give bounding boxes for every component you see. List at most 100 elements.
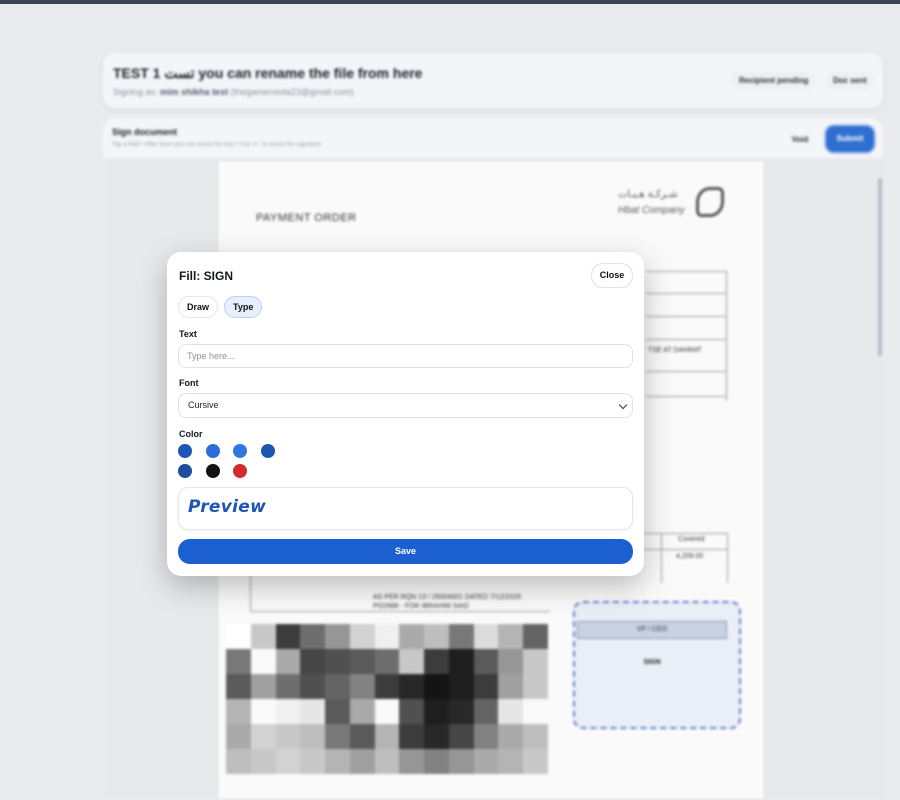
redaction-pixel	[498, 649, 524, 674]
close-button[interactable]: Close	[591, 263, 633, 288]
redaction-pixel	[448, 649, 474, 674]
company-name-arabic: شـركـة هـبـات	[618, 189, 678, 200]
table-line	[646, 396, 726, 397]
signing-as-prefix: Signing as:	[113, 87, 158, 97]
color-swatch-5[interactable]	[178, 464, 192, 478]
doc-status-badge: Doc sent	[825, 71, 875, 91]
redaction-pixel	[424, 699, 449, 724]
redaction-pixel	[374, 699, 400, 724]
redaction-pixel	[226, 624, 251, 649]
redaction-pixel	[498, 674, 524, 699]
table-line	[661, 533, 662, 583]
company-name-english: Hbat Company	[618, 205, 685, 216]
redaction-pixel	[448, 724, 474, 749]
redaction-pixel	[374, 649, 400, 674]
redaction-pixel	[473, 749, 499, 774]
redaction-pixel	[325, 674, 350, 699]
chevron-down-icon	[618, 400, 628, 410]
redaction-pixel	[498, 699, 524, 724]
color-label: Color	[179, 429, 203, 439]
redaction-pixel	[300, 699, 326, 724]
redaction-pixel	[275, 649, 301, 674]
covered-column-header: Covered	[678, 536, 705, 543]
redaction-pixel	[424, 724, 449, 749]
redaction-pixel	[374, 674, 400, 699]
redaction-pixel	[349, 624, 375, 649]
redaction-pixel	[325, 749, 350, 774]
table-line	[646, 371, 726, 372]
redaction-pixel	[250, 624, 276, 649]
redaction-pixel	[275, 699, 301, 724]
redaction-pixel	[424, 749, 449, 774]
redaction-pixel	[523, 699, 548, 724]
redaction-pixel	[275, 674, 301, 699]
text-label: Text	[179, 329, 197, 339]
redaction-pixel	[349, 724, 375, 749]
document-title[interactable]: TEST 1 تست you can rename the file from …	[113, 65, 422, 82]
signer-email: (thegamerxiota23@gmail.com)	[230, 87, 354, 97]
submit-button[interactable]: Submit	[826, 126, 874, 152]
redaction-pixel	[349, 649, 375, 674]
redaction-pixel	[250, 724, 276, 749]
redaction-pixel	[399, 649, 425, 674]
tab-draw[interactable]: Draw	[178, 296, 218, 318]
void-button[interactable]: Void	[778, 131, 822, 149]
delivery-line: TSE AT DAHRAT	[648, 347, 702, 354]
redaction-pixel	[523, 624, 548, 649]
signature-text-input[interactable]	[178, 344, 633, 368]
table-line	[250, 611, 550, 612]
table-line	[646, 293, 726, 294]
save-button[interactable]: Save	[178, 539, 633, 564]
redaction-pixel	[226, 674, 251, 699]
color-swatch-2[interactable]	[206, 444, 220, 458]
redaction-pixel	[250, 649, 276, 674]
redaction-pixel	[399, 724, 425, 749]
redaction-pixel	[226, 749, 251, 774]
redaction-pixel	[523, 749, 548, 774]
table-line	[646, 316, 726, 317]
table-line	[250, 571, 251, 611]
font-selected-value: Cursive	[188, 400, 219, 410]
payment-order-heading: PAYMENT ORDER	[256, 212, 357, 224]
signing-as-line: Signing as: mim shikha test (thegamerxio…	[113, 87, 354, 97]
note-line-2: PO2688 - FOR IBRAHIM SAID	[373, 603, 470, 610]
note-line-1: AS PER RQN 13 / 25004001 DATED 7/12/2025	[373, 594, 522, 601]
document-header-card: TEST 1 تست you can rename the file from …	[103, 53, 883, 108]
redaction-pixel	[473, 624, 499, 649]
redaction-pixel	[448, 624, 474, 649]
redaction-pixel	[374, 749, 400, 774]
redaction-pixel	[300, 624, 326, 649]
recipient-status-badge: Recipient pending	[731, 71, 817, 91]
redaction-pixel	[399, 624, 425, 649]
table-line	[646, 339, 726, 340]
redaction-pixel	[325, 724, 350, 749]
redaction-pixel	[374, 724, 400, 749]
tab-type[interactable]: Type	[224, 296, 262, 318]
redaction-pixel	[523, 674, 548, 699]
redaction-pixel	[448, 699, 474, 724]
font-select[interactable]: Cursive	[178, 393, 633, 418]
modal-title: Fill: SIGN	[179, 269, 233, 283]
company-logo-icon	[696, 187, 724, 217]
color-swatch-6[interactable]	[206, 464, 220, 478]
redaction-pixel	[300, 749, 326, 774]
redaction-pixel	[349, 749, 375, 774]
color-swatch-7[interactable]	[233, 464, 247, 478]
sign-field-label: SIGN	[643, 659, 661, 666]
preview-text: Preview	[188, 497, 267, 517]
color-swatch-3[interactable]	[233, 444, 247, 458]
color-swatch-1[interactable]	[178, 444, 192, 458]
sign-document-title: Sign document	[112, 127, 177, 137]
redaction-pixel	[325, 649, 350, 674]
redaction-pixel	[325, 624, 350, 649]
redaction-pixel	[498, 724, 524, 749]
redaction-pixel	[523, 649, 548, 674]
redaction-pixel	[399, 674, 425, 699]
redaction-pixel	[250, 749, 276, 774]
color-swatch-4[interactable]	[261, 444, 275, 458]
redaction-pixel	[424, 624, 449, 649]
redaction-pixel	[275, 624, 301, 649]
redaction-pixel	[250, 699, 276, 724]
viewer-scrollbar[interactable]	[878, 178, 882, 356]
redacted-signature-area	[226, 624, 548, 774]
